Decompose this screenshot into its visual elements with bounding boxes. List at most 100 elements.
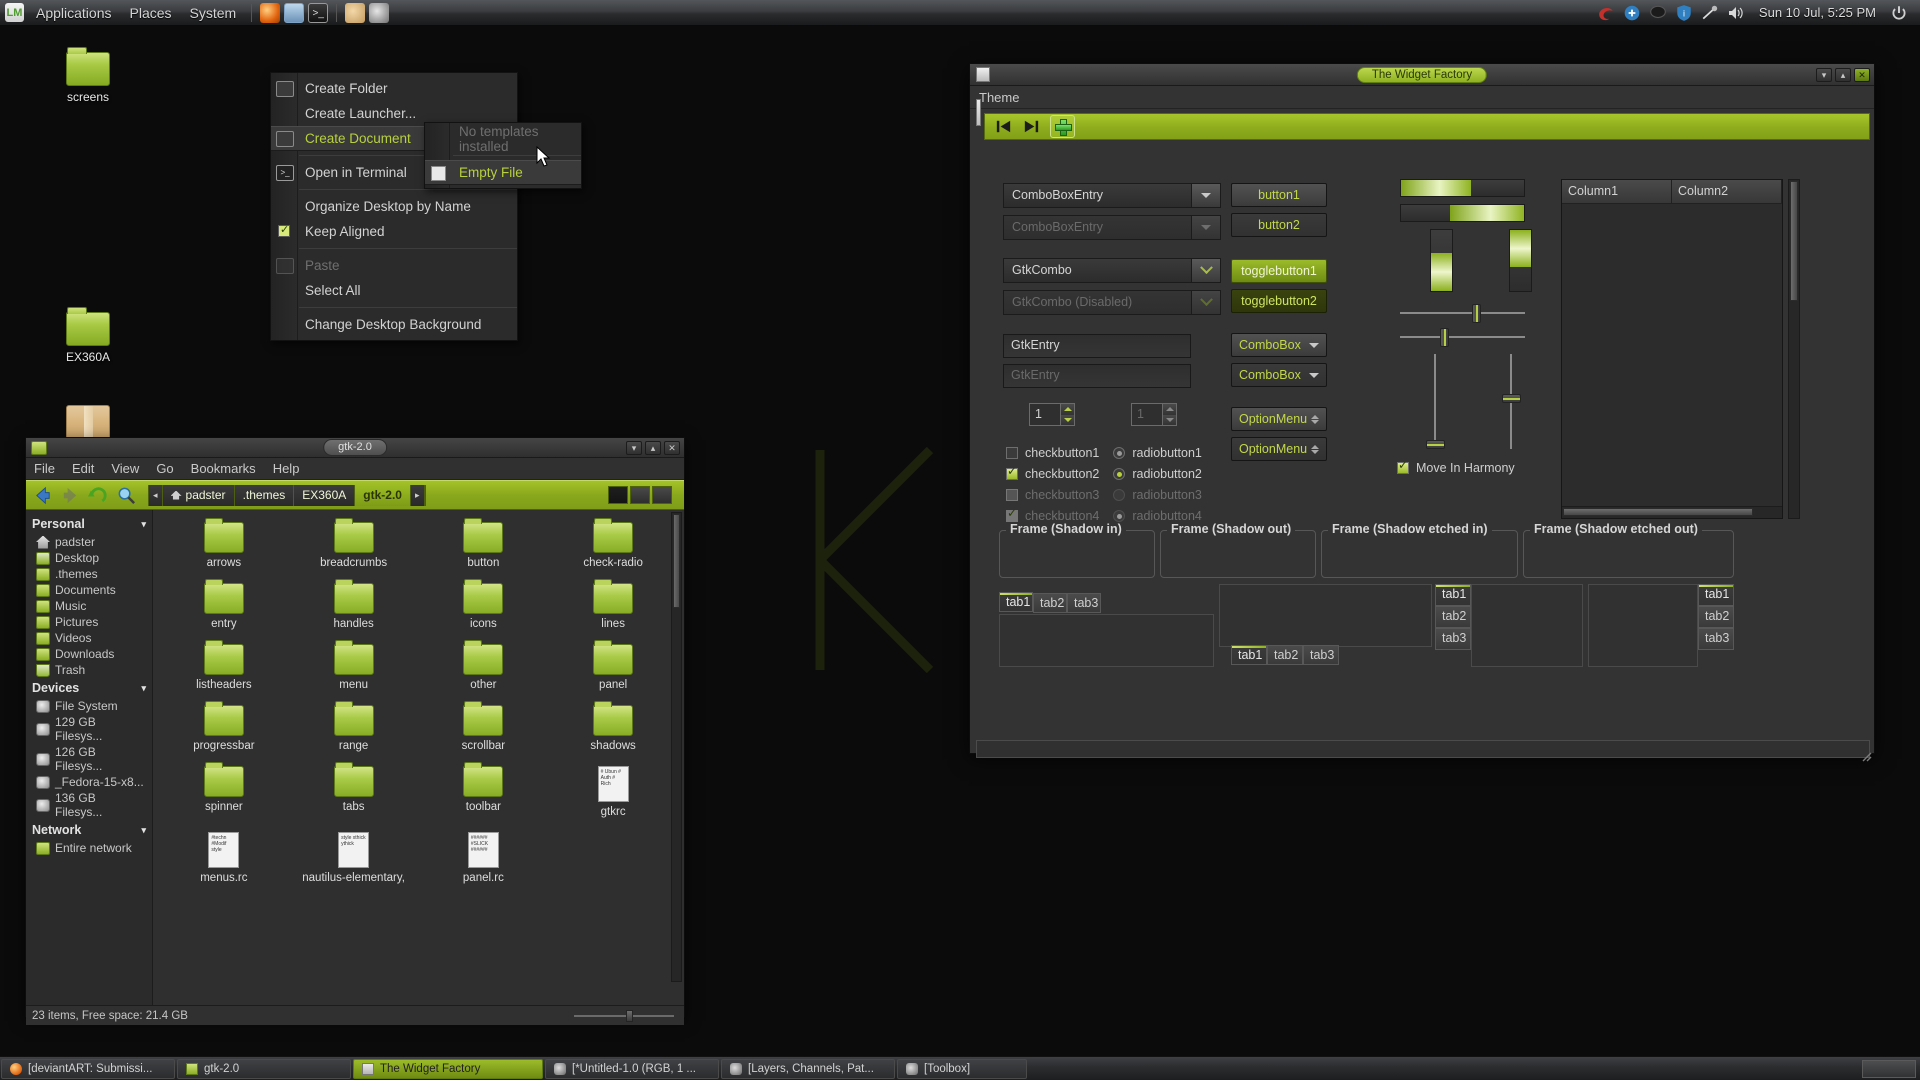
radiobutton2-radio[interactable] [1113, 467, 1126, 480]
sidebar-header-devices[interactable]: Devices ▾ [26, 678, 152, 698]
desktop-icon-screens[interactable]: screens [40, 47, 136, 104]
goto-last-icon[interactable] [1022, 117, 1041, 136]
menu-system[interactable]: System [181, 3, 246, 23]
list-item[interactable]: #techn #Modif style menus.rc [159, 832, 289, 884]
chevron-down-icon[interactable] [1192, 259, 1220, 282]
icon-view-button[interactable] [608, 486, 628, 504]
tab-left-1[interactable]: tab1 [1435, 584, 1471, 606]
menu-item-organize-desktop[interactable]: Organize Desktop by Name [271, 194, 517, 219]
sidebar-item-downloads[interactable]: Downloads [26, 646, 152, 662]
update-manager-icon[interactable] [1623, 4, 1641, 22]
clock[interactable]: Sun 10 Jul, 5:25 PM [1749, 5, 1886, 20]
vscale-2[interactable] [1500, 354, 1522, 449]
taskbar-item-gtk20[interactable]: gtk-2.0 [177, 1058, 351, 1079]
menu-item-change-desktop-background[interactable]: Change Desktop Background [271, 312, 517, 337]
list-item[interactable]: spinner [159, 762, 289, 818]
sidebar-item-themes[interactable]: .themes [26, 566, 152, 582]
desktop-icon-ex360a[interactable]: EX360A [40, 307, 136, 364]
back-icon[interactable] [32, 485, 53, 506]
list-item[interactable]: icons [419, 579, 549, 630]
list-item[interactable]: handles [289, 579, 419, 630]
gtkcombo-value[interactable]: GtkCombo [1004, 259, 1192, 282]
list-item[interactable]: scrollbar [419, 701, 549, 752]
menu-go[interactable]: Go [156, 461, 173, 476]
breadcrumb-item-gtk20[interactable]: gtk-2.0 [355, 484, 411, 506]
list-item[interactable]: menu [289, 640, 419, 691]
sidebar-item-disk-129[interactable]: 129 GB Filesys... [26, 714, 152, 744]
menu-places[interactable]: Places [121, 3, 181, 23]
list-item[interactable]: check-radio [548, 518, 678, 569]
reload-icon[interactable] [88, 485, 109, 506]
list-item[interactable]: arrows [159, 518, 289, 569]
list-item[interactable]: breadcrumbs [289, 518, 419, 569]
terminal-icon[interactable]: >_ [308, 2, 329, 23]
menu-help[interactable]: Help [273, 461, 300, 476]
combobox-button-2[interactable]: ComboBox [1231, 363, 1327, 387]
sidebar-item-documents[interactable]: Documents [26, 582, 152, 598]
list-item[interactable]: style xthick ythick nautilus-elementary, [289, 832, 419, 884]
treeview-vscrollbar[interactable] [1788, 179, 1800, 519]
gtkentry-1[interactable]: GtkEntry [1003, 334, 1191, 358]
list-item[interactable]: range [289, 701, 419, 752]
compact-view-button[interactable] [652, 486, 672, 504]
list-item[interactable]: button [419, 518, 549, 569]
spin-down-icon[interactable] [1061, 414, 1074, 425]
sidebar-header-network[interactable]: Network ▾ [26, 820, 152, 840]
menu-edit[interactable]: Edit [72, 461, 94, 476]
list-item[interactable]: # Ubun # Auth # Rich gtkrc [548, 766, 678, 818]
move-in-harmony-checkbox[interactable] [1397, 458, 1409, 474]
tab-top-2[interactable]: tab2 [1033, 593, 1067, 613]
color-picker-icon[interactable] [369, 2, 390, 23]
sidebar-item-fedora[interactable]: _Fedora-15-x8... [26, 774, 152, 790]
breadcrumb-item-themes[interactable]: .themes [234, 484, 295, 506]
combobox-button-1[interactable]: ComboBox [1231, 333, 1327, 357]
shutter-icon[interactable] [1597, 4, 1615, 22]
volume-icon[interactable] [1727, 4, 1745, 22]
column-header-2[interactable]: Column2 [1672, 180, 1782, 204]
network-icon[interactable] [1701, 4, 1719, 22]
menu-item-select-all[interactable]: Select All [271, 278, 517, 303]
optionmenu-button-2[interactable]: OptionMenu [1231, 437, 1327, 461]
list-item[interactable]: listheaders [159, 640, 289, 691]
menu-bookmarks[interactable]: Bookmarks [191, 461, 256, 476]
taskbar-item-widget-factory[interactable]: The Widget Factory [353, 1058, 543, 1079]
tab-top-3[interactable]: tab3 [1067, 593, 1101, 613]
list-item[interactable]: panel [548, 640, 678, 691]
goto-first-icon[interactable] [994, 117, 1013, 136]
comboboxentry-1[interactable]: ComboBoxEntry [1003, 183, 1221, 208]
gtkcombo-1[interactable]: GtkCombo [1003, 258, 1221, 283]
sidebar-item-desktop[interactable]: Desktop [26, 550, 152, 566]
nautilus-file-view[interactable]: arrows breadcrumbs button check-radio en… [153, 510, 684, 1005]
optionmenu-button-1[interactable]: OptionMenu [1231, 407, 1327, 431]
maximize-button[interactable]: ▴ [1835, 67, 1851, 82]
tab-bottom-2[interactable]: tab2 [1267, 645, 1303, 665]
shield-icon[interactable]: i [1675, 4, 1693, 22]
list-item[interactable]: progressbar [159, 701, 289, 752]
sidebar-item-padster[interactable]: padster [26, 534, 152, 550]
zoom-slider[interactable] [574, 1009, 674, 1022]
list-item[interactable]: ###### #SLICK ###### panel.rc [419, 832, 549, 884]
spinbutton-arrows[interactable] [1060, 404, 1074, 425]
close-button[interactable]: ✕ [664, 440, 680, 455]
list-item[interactable]: tabs [289, 762, 419, 818]
menu-file[interactable]: File [34, 461, 55, 476]
power-icon[interactable] [1890, 4, 1908, 22]
tab-right-1[interactable]: tab1 [1698, 584, 1734, 606]
list-item[interactable]: toolbar [419, 762, 549, 818]
widget-factory-titlebar[interactable]: The Widget Factory ▾ ▴ ✕ [970, 64, 1874, 86]
menu-view[interactable]: View [111, 461, 139, 476]
treeview-hscrollbar[interactable] [1562, 506, 1782, 518]
menu-theme[interactable]: Theme [979, 90, 1019, 105]
move-in-harmony-row[interactable]: Move In Harmony [1397, 457, 1532, 478]
sidebar-item-videos[interactable]: Videos [26, 630, 152, 646]
taskbar-item-layers[interactable]: [Layers, Channels, Pat... [721, 1058, 895, 1079]
checkbutton1-checkbox[interactable] [1006, 446, 1018, 459]
list-item[interactable]: entry [159, 579, 289, 630]
taskbar-item-deviantart[interactable]: [deviantART: Submissi... [1, 1058, 175, 1079]
resize-grip-icon[interactable] [1859, 749, 1872, 762]
togglebutton1[interactable]: togglebutton1 [1231, 259, 1327, 283]
breadcrumb-item-ex360a[interactable]: EX360A [294, 484, 356, 506]
minimize-button[interactable]: ▾ [1816, 67, 1832, 82]
sidebar-item-disk-126[interactable]: 126 GB Filesys... [26, 744, 152, 774]
add-button[interactable] [1050, 115, 1075, 138]
